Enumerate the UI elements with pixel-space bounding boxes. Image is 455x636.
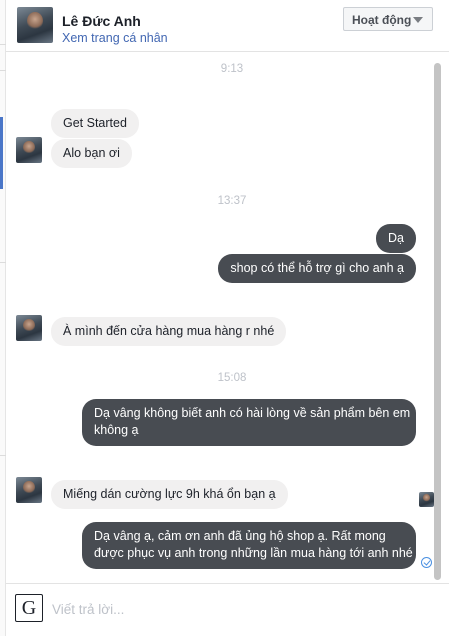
timestamp: 9:13 [220, 63, 244, 75]
timestamp: 15:08 [217, 372, 247, 384]
message-line: Dạ vâng ạ, cảm ơn anh đã ủng hộ shop ạ. … [94, 529, 386, 543]
message-bubble-outgoing: Dạ [376, 224, 416, 253]
timestamp: 13:37 [217, 195, 247, 207]
message-thread: 9:13 Get Started Alo bạn ơi 13:37 Dạ sho… [6, 53, 449, 583]
message-line: Dạ vâng không biết anh có hài lòng về sả… [94, 406, 411, 420]
status-dropdown[interactable]: Hoạt động [343, 7, 433, 31]
sender-avatar [16, 137, 42, 163]
message-bubble-outgoing: Dạ vâng ạ, cảm ơn anh đã ủng hộ shop ạ. … [82, 522, 416, 569]
view-profile-link[interactable]: Xem trang cá nhân [62, 31, 168, 45]
message-bubble-incoming: Get Started [51, 109, 139, 138]
sent-check-icon [421, 557, 432, 568]
message-bubble-outgoing: shop có thể hỗ trợ gì cho anh ạ [218, 254, 416, 283]
message-bubble-incoming: À mình đến cửa hàng mua hàng r nhé [51, 317, 287, 346]
message-bubble-outgoing: Dạ vâng không biết anh có hài lòng về sả… [82, 399, 416, 446]
sender-avatar [16, 477, 42, 503]
sender-avatar [16, 315, 42, 341]
chevron-down-icon [413, 17, 423, 23]
message-bubble-incoming: Miếng dán cường lực 9h khá ổn bạn ạ [51, 480, 288, 509]
seen-indicator-avatar [419, 492, 434, 507]
active-conversation-marker [0, 117, 3, 189]
conversation-header: Lê Đức Anh Xem trang cá nhân Hoạt động [6, 0, 449, 52]
message-line: được phục vụ anh trong những lần mua hàn… [94, 546, 413, 560]
status-label: Hoạt động [352, 13, 412, 27]
contact-avatar[interactable] [17, 7, 53, 43]
message-bubble-incoming: Alo bạn ơi [51, 139, 132, 168]
message-line: không ạ [94, 423, 139, 437]
thread-scrollbar[interactable] [434, 63, 441, 580]
g-letter-icon[interactable]: G [15, 594, 43, 622]
contact-name[interactable]: Lê Đức Anh [62, 13, 141, 29]
reply-input[interactable] [52, 599, 422, 619]
message-composer: G [6, 583, 449, 636]
